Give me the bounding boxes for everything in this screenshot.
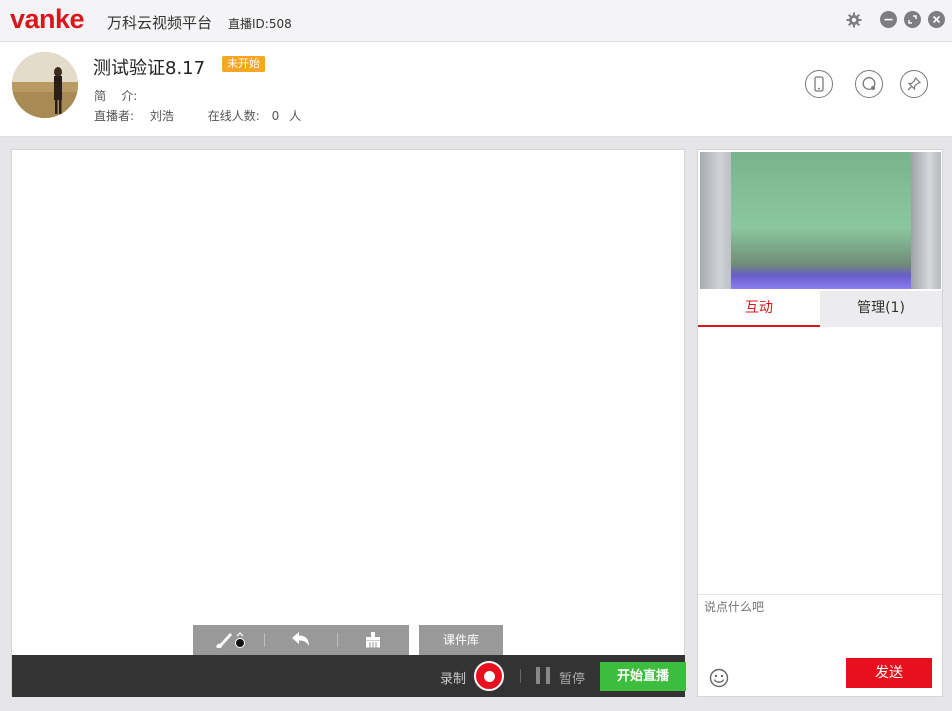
live-id: 直播ID:508 [228,17,292,31]
emoji-icon[interactable] [709,668,729,688]
panel-tabs: 互动 管理(1) [698,291,942,327]
record-icon [483,670,495,682]
close-icon[interactable] [928,11,945,28]
gear-icon[interactable] [845,11,862,28]
start-live-button[interactable]: 开始直播 [600,662,686,691]
chat-message-list[interactable] [698,327,942,595]
maximize-icon[interactable] [904,11,921,28]
pause-icon[interactable] [536,667,550,684]
host-row: 直播者: 刘浩 在线人数: 0 人 [94,107,301,124]
undo-icon[interactable] [265,625,336,655]
online-label: 在线人数: [207,109,260,123]
record-button[interactable] [474,661,504,691]
status-badge: 未开始 [222,56,265,72]
record-label: 录制 [440,672,467,687]
whiteboard-toolbar [193,625,409,655]
whiteboard[interactable] [11,149,685,697]
chat-bubble-icon[interactable] [855,70,883,98]
vanke-logo: vanke [10,4,85,34]
online-unit: 人 [289,109,302,123]
tab-interaction[interactable]: 互动 [698,291,820,327]
tab-management[interactable]: 管理(1) [820,291,942,327]
right-panel: 互动 管理(1) 发送 [697,149,943,697]
live-info-header: 测试验证8.17 未开始 简 介: 直播者: 刘浩 在线人数: 0 人 [0,42,952,137]
avatar [12,52,78,118]
title-bar: vanke 万科云视频平台 直播ID:508 [0,0,952,42]
host-label: 直播者: [94,109,135,123]
courseware-button[interactable]: 课件库 [419,625,503,655]
brush-icon[interactable] [193,625,264,655]
intro-label: 简 介: [94,89,138,103]
control-divider [520,669,521,683]
control-bar: 录制 暂停 开始直播 [12,655,686,697]
camera-preview [700,152,941,289]
pause-label[interactable]: 暂停 [559,668,585,687]
live-title: 测试验证8.17 [93,58,206,79]
chat-input[interactable] [704,600,936,614]
send-button[interactable]: 发送 [846,658,932,688]
pin-icon[interactable] [900,70,928,98]
minimize-icon[interactable] [880,11,897,28]
intro-row: 简 介: [94,87,141,104]
host-name: 刘浩 [149,109,174,123]
platform-name: 万科云视频平台 [107,14,213,32]
eraser-icon[interactable] [338,625,409,655]
mobile-icon[interactable] [805,70,833,98]
online-count: 0 [271,109,280,123]
